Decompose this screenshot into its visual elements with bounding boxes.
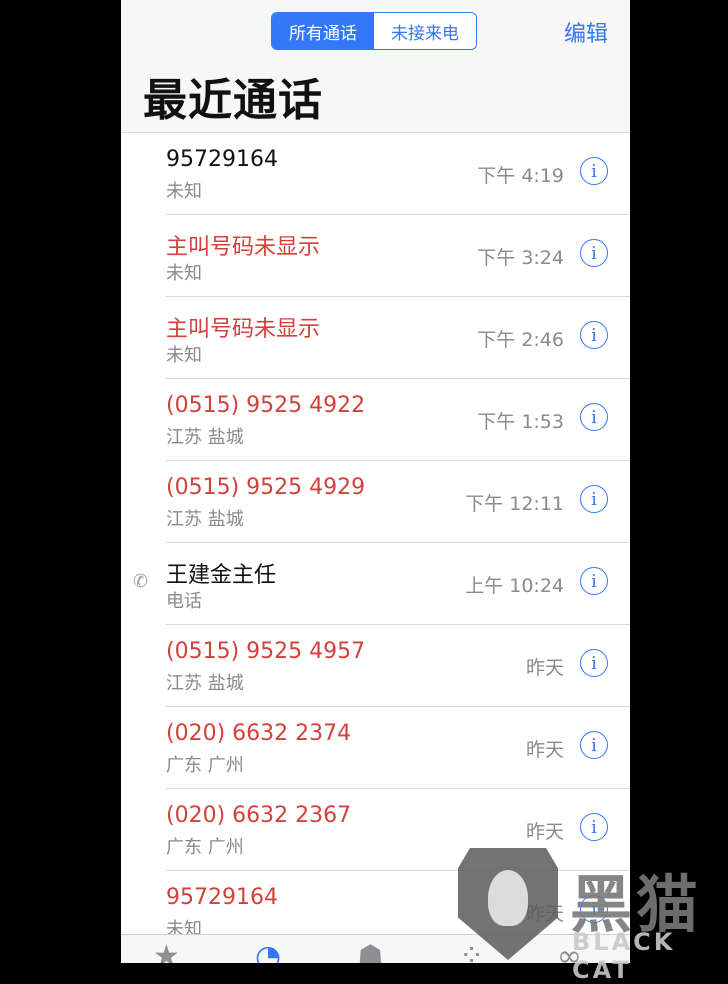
info-icon[interactable]: i [580,649,608,677]
info-icon[interactable]: i [580,403,608,431]
caller-label: 江苏 盐城 [166,673,244,694]
caller-name: (0515) 9525 4922 [166,393,366,418]
info-icon[interactable]: i [580,157,608,185]
caller-label: 未知 [166,181,202,202]
caller-name: 主叫号码未显示 [166,235,321,260]
recent-calls-list: 95729164 未知 下午 4:19 i 主叫号码未显示 未知 下午 3:24 i 主叫号码未… [121,133,630,953]
nav-header: 所有通话 未接来电 编辑 最近通话 [121,0,630,133]
caller-name: (020) 6632 2367 [166,803,352,828]
call-row[interactable]: (020) 6632 2374 广东 广州 昨天 i [121,707,630,789]
call-row[interactable]: 主叫号码未显示未知 下午 3:24 i [121,215,630,297]
call-time: 下午 2:46 [477,329,564,351]
caller-name: 95729164 [166,147,278,172]
call-filter-segmented-control: 所有通话 未接来电 [271,12,477,50]
info-icon[interactable]: i [580,813,608,841]
caller-label: 未知 [166,345,202,366]
info-icon[interactable]: i [580,895,608,923]
call-row[interactable]: 主叫号码未显示未知 下午 2:46 i [121,297,630,379]
call-time: 昨天 [525,657,564,679]
caller-label: 广东 广州 [166,755,244,776]
caller-label: 电话 [166,591,202,612]
call-row[interactable]: (0515) 9525 4922 江苏 盐城 下午 1:53 i [121,379,630,461]
caller-name: 主叫号码未显示 [166,317,321,342]
edit-button[interactable]: 编辑 [564,16,608,48]
call-time: 上午 10:24 [465,575,564,597]
page-title: 最近通话 [143,75,323,126]
call-time: 昨天 [525,739,564,761]
call-time: 下午 3:24 [477,247,564,269]
call-row[interactable]: (020) 6632 2367 广东 广州 昨天 i [121,789,630,871]
call-time: 下午 12:11 [465,493,564,515]
voicemail-icon[interactable]: ∞ [557,939,582,963]
info-icon[interactable]: i [580,485,608,513]
call-time: 昨天 [525,821,564,843]
caller-label: 广东 广州 [166,837,244,858]
caller-label: 江苏 盐城 [166,509,244,530]
call-row[interactable]: (0515) 9525 4957 江苏 盐城 昨天 i [121,625,630,707]
caller-label: 江苏 盐城 [166,427,244,448]
keypad-icon[interactable]: ⁘ [459,939,484,963]
phone-screen: 所有通话 未接来电 编辑 最近通话 95729164 未知 下午 4:19 i 主叫号码… [121,0,630,963]
call-time: 下午 1:53 [477,411,564,433]
call-time: 昨天 [525,903,564,925]
info-icon[interactable]: i [580,321,608,349]
caller-name: 王建金主任 [166,563,277,588]
info-icon[interactable]: i [580,239,608,267]
star-icon[interactable]: ★ [153,939,180,963]
call-time: 下午 4:19 [477,165,564,187]
caller-label: 未知 [166,263,202,284]
caller-name: 95729164 [166,885,278,910]
call-row[interactable]: 95729164 未知 下午 4:19 i [121,133,630,215]
caller-name: (020) 6632 2374 [166,721,352,746]
segment-missed-calls[interactable]: 未接来电 [374,13,476,49]
contacts-icon[interactable]: ☗ [357,939,384,963]
outgoing-call-icon: ✆ [133,571,149,592]
clock-icon[interactable]: ◔ [255,939,281,963]
caller-name: (0515) 9525 4929 [166,475,366,500]
info-icon[interactable]: i [580,567,608,595]
segment-all-calls[interactable]: 所有通话 [272,13,374,49]
call-row[interactable]: (0515) 9525 4929 江苏 盐城 下午 12:11 i [121,461,630,543]
tab-bar: ★ ◔ ☗ ⁘ ∞ [121,934,630,963]
caller-name: (0515) 9525 4957 [166,639,366,664]
info-icon[interactable]: i [580,731,608,759]
call-row[interactable]: ✆ 王建金主任电话 上午 10:24 i [121,543,630,625]
